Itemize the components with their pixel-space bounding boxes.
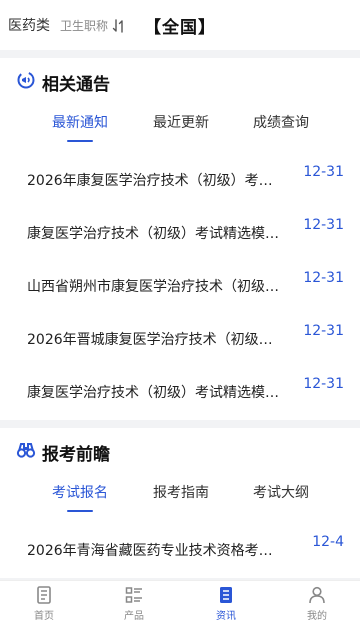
grid-list-icon — [125, 587, 142, 603]
tab-exam-registration[interactable]: 考试报名 — [52, 482, 108, 502]
news-title: 2026年康复医学治疗技术（初级）考试安排 — [27, 173, 285, 189]
nav-home[interactable]: 首页 — [14, 585, 74, 622]
list-item[interactable]: 2026年晋城康复医学治疗技术（初级）考试 12-31 — [0, 323, 360, 381]
document-icon — [220, 587, 232, 603]
nav-label: 我的 — [307, 611, 327, 622]
bottom-nav: 首页 产品 资讯 我的 — [0, 580, 360, 626]
outlook-header: 报考前瞻 — [16, 440, 110, 465]
news-title: 康复医学治疗技术（初级）考试精选模拟试题 — [27, 385, 285, 401]
notices-tabs: 最新通知 最近更新 成绩查询 — [0, 112, 360, 146]
tab-exam-syllabus[interactable]: 考试大纲 — [253, 482, 309, 502]
list-item[interactable]: 康复医学治疗技术（初级）考试精选模拟试题 12-31 — [0, 217, 360, 275]
tab-latest-notice[interactable]: 最新通知 — [52, 112, 108, 132]
nav-label: 资讯 — [216, 611, 236, 622]
news-title: 2026年青海省藏医药专业技术资格考试报名 — [27, 543, 285, 559]
outlook-title: 报考前瞻 — [42, 444, 110, 465]
region-selector[interactable]: 【全国】 — [144, 13, 216, 38]
user-icon — [309, 586, 325, 604]
notices-header: 相关通告 — [16, 70, 110, 95]
notices-title: 相关通告 — [42, 74, 110, 95]
megaphone-icon — [16, 70, 36, 94]
news-date: 12-31 — [303, 323, 344, 339]
news-date: 12-31 — [303, 217, 344, 233]
book-icon — [37, 586, 51, 604]
news-title: 山西省朔州市康复医学治疗技术（初级）考试 — [27, 279, 285, 295]
outlook-section: 报考前瞻 考试报名 报考指南 考试大纲 2026年青海省藏医药专业技术资格考试报… — [0, 428, 360, 578]
tab-recent-updates[interactable]: 最近更新 — [153, 112, 209, 132]
news-date: 12-4 — [312, 534, 344, 550]
top-bar: 医药类 卫生职称 【全国】 — [0, 0, 360, 50]
nav-label: 首页 — [34, 611, 54, 622]
list-item[interactable]: 康复医学治疗技术（初级）考试精选模拟试题 12-31 — [0, 376, 360, 434]
category-selector[interactable]: 医药类 — [8, 15, 50, 35]
nav-products[interactable]: 产品 — [104, 585, 164, 622]
swap-icon[interactable] — [112, 18, 126, 33]
nav-news[interactable]: 资讯 — [196, 585, 256, 622]
tab-registration-guide[interactable]: 报考指南 — [153, 482, 209, 502]
notices-section: 相关通告 最新通知 最近更新 成绩查询 2026年康复医学治疗技术（初级）考试安… — [0, 58, 360, 420]
tab-score-query[interactable]: 成绩查询 — [253, 112, 309, 132]
news-date: 12-31 — [303, 376, 344, 392]
news-title: 康复医学治疗技术（初级）考试精选模拟试题 — [27, 226, 285, 242]
subcategory-selector[interactable]: 卫生职称 — [60, 17, 108, 34]
list-item[interactable]: 山西省朔州市康复医学治疗技术（初级）考试 12-31 — [0, 270, 360, 328]
list-item[interactable]: 2026年康复医学治疗技术（初级）考试安排 12-31 — [0, 164, 360, 222]
news-date: 12-31 — [303, 164, 344, 180]
nav-label: 产品 — [124, 611, 144, 622]
news-title: 2026年晋城康复医学治疗技术（初级）考试 — [27, 332, 285, 348]
news-date: 12-31 — [303, 270, 344, 286]
nav-mine[interactable]: 我的 — [287, 585, 347, 622]
outlook-tabs: 考试报名 报考指南 考试大纲 — [0, 482, 360, 516]
binoculars-icon — [16, 440, 36, 464]
